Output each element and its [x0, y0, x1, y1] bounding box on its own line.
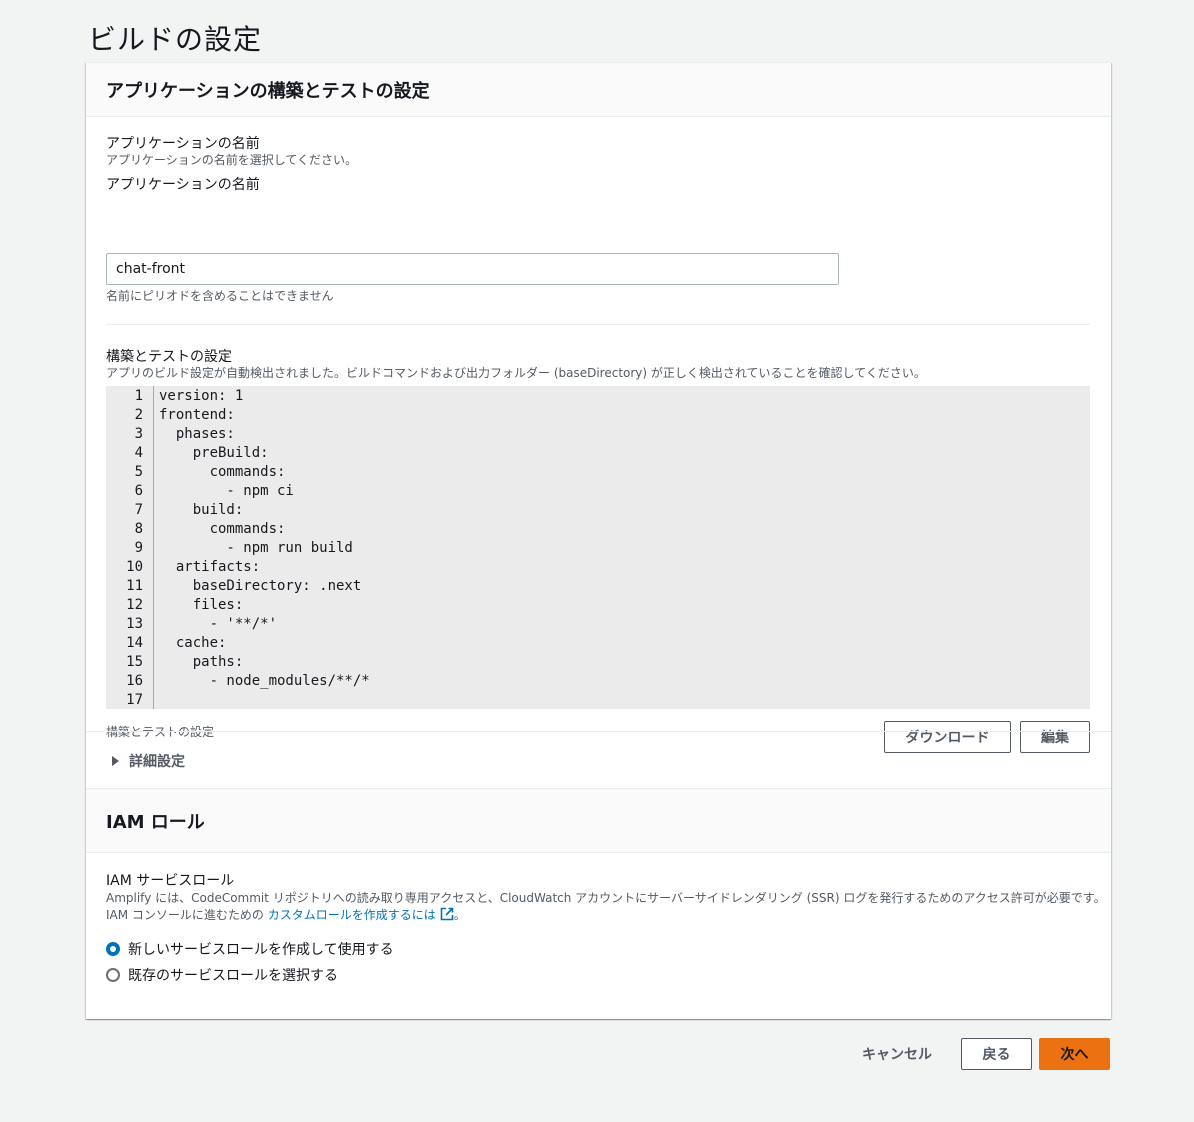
line-number: 2 [134, 407, 143, 423]
app-name-constraint: 名前にピリオドを含めることはできません [106, 289, 334, 303]
line-number: 5 [134, 464, 143, 480]
external-link-icon [440, 907, 454, 921]
iam-description-line2: IAM コンソールに進むための カスタムロールを作成するには 。 [106, 907, 466, 922]
download-button[interactable]: ダウンロード [884, 721, 1011, 753]
code-line: build: [159, 502, 244, 518]
build-spec-editor[interactable]: 1 2 3 4 5 6 7 8 9 10 11 12 13 14 15 16 17 version: 1 fron… [106, 386, 1090, 709]
iam-section-title: IAM ロール [106, 811, 205, 833]
line-number: 9 [134, 540, 143, 556]
line-number: 10 [126, 559, 143, 575]
code-line: cache: [159, 635, 227, 651]
code-line: files: [159, 597, 244, 613]
iam-description-prefix: IAM コンソールに進むための [106, 908, 268, 922]
code-line: version: 1 [159, 388, 244, 404]
caret-right-icon [112, 756, 119, 766]
code-line: phases: [159, 426, 235, 442]
advanced-settings-label: 詳細設定 [129, 754, 185, 770]
radio-checked-icon [106, 942, 120, 956]
app-name-label: アプリケーションの名前 [106, 136, 260, 152]
cancel-button[interactable]: キャンセル [858, 1040, 936, 1068]
line-number: 14 [126, 635, 143, 651]
app-name-input[interactable]: chat-front [106, 253, 839, 285]
code-line: - node_modules/**/* [159, 673, 370, 689]
code-line: paths: [159, 654, 244, 670]
app-name-description: アプリケーションの名前を選択してください。 [106, 153, 358, 167]
advanced-divider [86, 731, 1111, 732]
line-number: 8 [134, 521, 143, 537]
iam-description-suffix: 。 [453, 908, 466, 922]
code-line: - npm run build [159, 540, 353, 556]
line-number: 3 [134, 426, 143, 442]
code-line: frontend: [159, 407, 235, 423]
code-line: - '**/*' [159, 616, 278, 632]
radio-create-new-role-label: 新しいサービスロールを作成して使用する [128, 942, 394, 958]
line-number: 12 [126, 597, 143, 613]
app-section-title: アプリケーションの構築とテストの設定 [106, 80, 430, 102]
line-number: 17 [126, 692, 143, 708]
advanced-settings-expander[interactable]: 詳細設定 [112, 751, 185, 771]
section-divider [106, 324, 1090, 325]
line-number: 15 [126, 654, 143, 670]
next-button[interactable]: 次へ [1039, 1038, 1110, 1070]
code-line: baseDirectory: .next [159, 578, 362, 594]
build-settings-label: 構築とテストの設定 [106, 349, 232, 365]
code-line: commands: [159, 464, 286, 480]
line-number: 11 [126, 578, 143, 594]
code-line: - npm ci [159, 483, 294, 499]
editor-caption: 構築とテストの設定 [106, 725, 215, 739]
build-settings-panel: アプリケーションの構築とテストの設定 アプリケーションの名前 アプリケーションの… [86, 62, 1111, 1019]
line-number-gutter: 1 2 3 4 5 6 7 8 9 10 11 12 13 14 15 16 17 [106, 386, 154, 709]
app-section-body: アプリケーションの名前 アプリケーションの名前を選択してください。 アプリケーシ… [86, 117, 1111, 797]
radio-create-new-role[interactable]: 新しいサービスロールを作成して使用する [106, 939, 394, 959]
code-line: commands: [159, 521, 286, 537]
radio-unchecked-icon [106, 968, 120, 982]
iam-section-header: IAM ロール [86, 788, 1111, 853]
edit-button[interactable]: 編集 [1020, 721, 1090, 753]
radio-existing-role[interactable]: 既存のサービスロールを選択する [106, 965, 338, 985]
back-button[interactable]: 戻る [961, 1038, 1032, 1070]
code-lines: version: 1 frontend: phases: preBuild: co… [154, 386, 370, 709]
iam-description-line1: Amplify には、CodeCommit リポジトリへの読み取り専用アクセスと… [106, 891, 1106, 905]
iam-service-role-label: IAM サービスロール [106, 873, 235, 889]
line-number: 4 [134, 445, 143, 461]
page-title: ビルドの設定 [88, 23, 263, 56]
app-name-field-label: アプリケーションの名前 [106, 177, 260, 193]
iam-section-body: IAM サービスロール Amplify には、CodeCommit リポジトリへ… [86, 853, 1111, 1013]
line-number: 1 [134, 388, 143, 404]
build-settings-description: アプリのビルド設定が自動検出されました。ビルドコマンドおよび出力フォルダー (b… [106, 366, 926, 380]
line-number: 13 [126, 616, 143, 632]
line-number: 7 [134, 502, 143, 518]
line-number: 6 [134, 483, 143, 499]
code-line: preBuild: [159, 445, 269, 461]
custom-role-link[interactable]: カスタムロールを作成するには [267, 907, 454, 922]
app-section-header: アプリケーションの構築とテストの設定 [86, 63, 1111, 117]
line-number: 16 [126, 673, 143, 689]
code-line: artifacts: [159, 559, 261, 575]
custom-role-link-text: カスタムロールを作成するには [267, 908, 436, 922]
radio-existing-role-label: 既存のサービスロールを選択する [128, 968, 338, 984]
iam-section: IAM ロール IAM サービスロール Amplify には、CodeCommi… [86, 788, 1111, 1013]
app-name-value: chat-front [116, 261, 185, 277]
